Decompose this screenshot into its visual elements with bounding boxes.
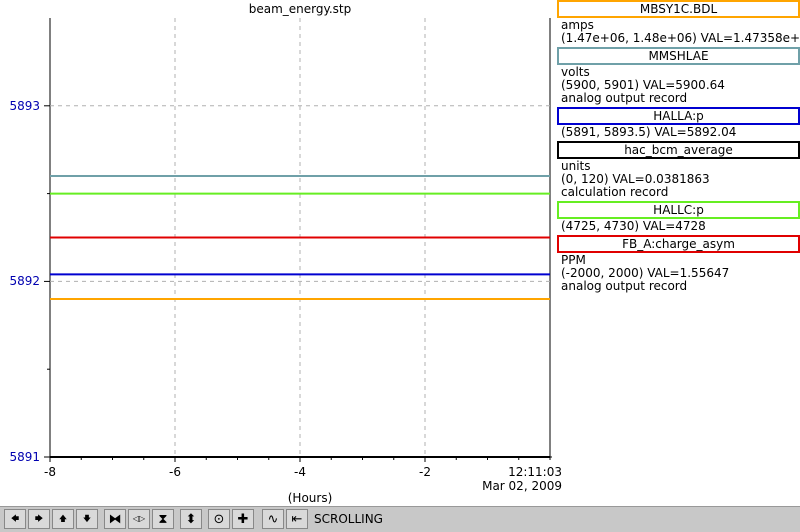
zoom-in-x-icon: ⧓ bbox=[108, 511, 122, 527]
scroll-up-icon: 🡅 bbox=[58, 514, 68, 523]
legend-series-name[interactable]: HALLA:p bbox=[557, 107, 800, 125]
legend-series-name[interactable]: FB_A:charge_asym bbox=[557, 235, 800, 253]
scroll-left-icon: 🡄 bbox=[10, 514, 20, 523]
legend-detail: (4725, 4730) VAL=4728 bbox=[561, 219, 706, 233]
y-tick-label: 5893 bbox=[9, 98, 40, 113]
x-tick-label: -8 bbox=[44, 465, 56, 479]
autoscale-icon: ∿ bbox=[267, 511, 279, 527]
legend-series-name[interactable]: HALLC:p bbox=[557, 201, 800, 219]
legend-detail: (1.47e+06, 1.48e+06) VAL=1.47358e+06 bbox=[561, 31, 800, 45]
zoom-in-x-button[interactable]: ⧓ bbox=[104, 509, 126, 529]
mode-label: SCROLLING bbox=[314, 512, 383, 526]
autoscale-button[interactable]: ∿ bbox=[262, 509, 284, 529]
legend-series-name[interactable]: hac_bcm_average bbox=[557, 141, 800, 159]
timestamp-time: 12:11:03 bbox=[508, 465, 562, 479]
zoom-out-x-icon: ◁▷ bbox=[132, 514, 146, 523]
legend-detail: calculation record bbox=[561, 185, 669, 199]
legend-series-name[interactable]: MMSHLAE bbox=[557, 47, 800, 65]
zoom-out-x-button[interactable]: ◁▷ bbox=[128, 509, 150, 529]
stop-button[interactable]: ⊙ bbox=[208, 509, 230, 529]
zoom-out-y-icon: ⬍ bbox=[185, 511, 197, 527]
stop-icon: ⊙ bbox=[213, 511, 225, 527]
scroll-right-button[interactable]: 🡆 bbox=[28, 509, 50, 529]
zoom-out-y-button[interactable]: ⬍ bbox=[180, 509, 202, 529]
x-tick-label: -4 bbox=[294, 465, 306, 479]
x-axis-unit: (Hours) bbox=[287, 491, 333, 505]
plot-area[interactable] bbox=[0, 0, 556, 506]
timestamp-date: Mar 02, 2009 bbox=[482, 479, 562, 493]
scroll-down-button[interactable]: 🡇 bbox=[76, 509, 98, 529]
legend-detail: (5891, 5893.5) VAL=5892.04 bbox=[561, 125, 737, 139]
zoom-in-y-button[interactable]: ⧗ bbox=[152, 509, 174, 529]
scroll-right-icon: 🡆 bbox=[34, 514, 44, 523]
legend-detail: analog output record bbox=[561, 279, 688, 293]
legend-series-name[interactable]: MBSY1C.BDL bbox=[557, 0, 800, 18]
toolbar: 🡄 🡆 🡅 🡇 ⧓ ◁▷ ⧗ ⬍ ⊙ ✚ ∿ ⇤ SCROLLING bbox=[0, 506, 800, 532]
y-tick-label: 5891 bbox=[9, 450, 40, 464]
scroll-left-button[interactable]: 🡄 bbox=[4, 509, 26, 529]
x-tick-label: -6 bbox=[169, 465, 181, 479]
zoom-in-y-icon: ⧗ bbox=[158, 511, 168, 527]
legend-detail: analog output record bbox=[561, 91, 688, 105]
scroll-up-button[interactable]: 🡅 bbox=[52, 509, 74, 529]
y-tick-label: 5892 bbox=[9, 274, 40, 289]
timestamp: 12:11:03 Mar 02, 2009 bbox=[462, 465, 562, 493]
resume-button[interactable]: ⇤ bbox=[286, 509, 308, 529]
add-button[interactable]: ✚ bbox=[232, 509, 254, 529]
add-icon: ✚ bbox=[237, 511, 249, 527]
x-tick-label: -2 bbox=[419, 465, 431, 479]
resume-icon: ⇤ bbox=[291, 511, 303, 527]
scroll-down-icon: 🡇 bbox=[82, 514, 92, 523]
